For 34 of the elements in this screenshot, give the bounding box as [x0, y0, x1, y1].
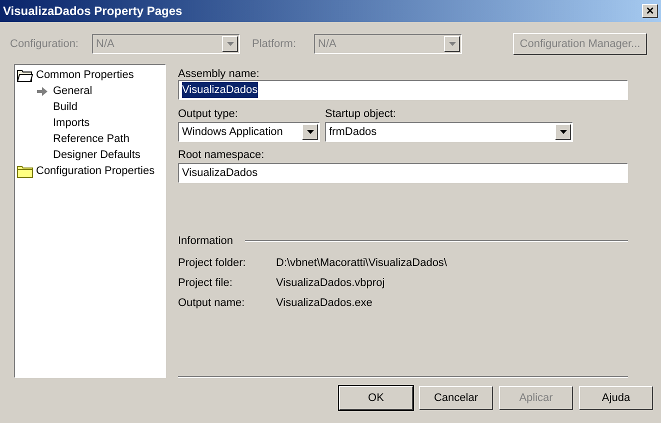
open-folder-icon — [17, 68, 33, 82]
info-value: VisualizaDados.vbproj — [276, 276, 385, 292]
information-heading: Information — [178, 234, 234, 249]
info-label: Project folder: — [178, 256, 247, 272]
configuration-label: Configuration: — [10, 36, 80, 52]
info-value: VisualizaDados.exe — [276, 296, 372, 312]
dropdown-arrow-icon[interactable] — [306, 130, 314, 134]
tree-item[interactable]: General — [17, 83, 165, 99]
info-value: D:\vbnet\Macoratti\VisualizaDados\ — [276, 256, 447, 272]
dialog-button[interactable]: OK — [339, 386, 413, 410]
tree-item[interactable]: Build — [17, 99, 165, 115]
output-type-label: Output type: — [178, 107, 239, 122]
dialog-button[interactable]: Ajuda — [579, 386, 653, 410]
tree-item[interactable]: Common Properties — [17, 67, 165, 83]
folder-icon — [17, 164, 33, 178]
dropdown[interactable]: frmDados — [325, 122, 573, 142]
tree-item[interactable]: Reference Path — [17, 131, 165, 147]
text-field[interactable]: VisualizaDados — [178, 80, 628, 100]
dropdown[interactable]: Windows Application — [178, 122, 320, 142]
assembly-name-label: Assembly name: — [178, 67, 260, 80]
info-label: Project file: — [178, 276, 234, 292]
info-label: Output name: — [178, 296, 246, 312]
root-namespace-label: Root namespace: — [178, 148, 266, 163]
arrow-icon — [37, 86, 48, 96]
tree-item[interactable]: Designer Defaults — [17, 147, 165, 163]
platform-label: Platform: — [252, 36, 298, 52]
window-title: VisualizaDados Property Pages — [3, 3, 182, 20]
tree-item[interactable]: Configuration Properties — [17, 163, 165, 179]
tree-item[interactable]: Imports — [17, 115, 165, 131]
dropdown-arrow-icon[interactable] — [560, 130, 566, 134]
text-field[interactable]: VisualizaDados — [178, 163, 628, 183]
startup-object-label: Startup object: — [325, 107, 397, 122]
dialog-button[interactable]: Cancelar — [419, 386, 493, 410]
close-button[interactable]: × — [642, 4, 658, 18]
